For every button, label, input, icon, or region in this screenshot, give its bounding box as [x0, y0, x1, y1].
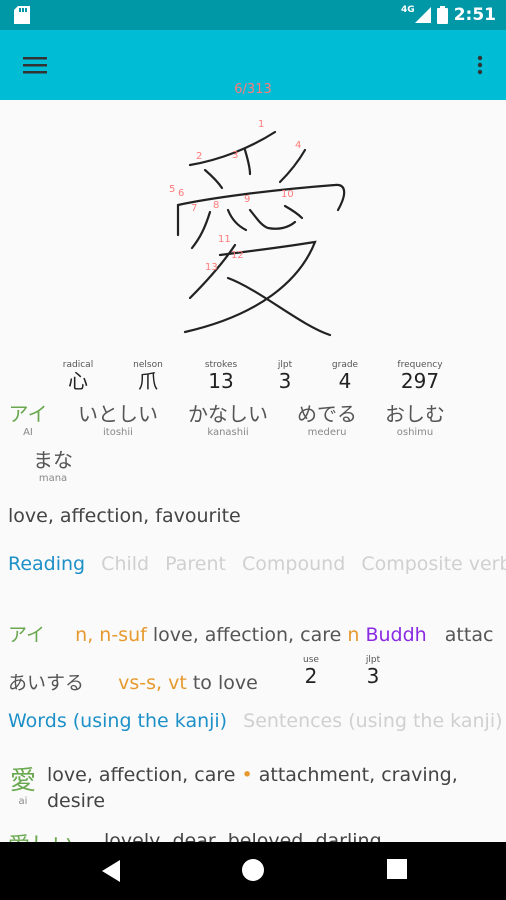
menu-icon[interactable]: [18, 50, 52, 80]
words-tabs: Words (using the kanji) Sentences (using…: [8, 710, 506, 732]
stroke-number: 11: [218, 234, 231, 245]
status-bar: 4G 2:51: [0, 0, 506, 30]
tab-child[interactable]: Child: [101, 553, 149, 575]
recents-icon[interactable]: [386, 858, 408, 880]
reading-item[interactable]: まな mana: [28, 448, 78, 486]
reading-item[interactable]: めでる mederu: [290, 402, 364, 440]
battery-icon: [436, 6, 448, 24]
stroke-number: 9: [244, 194, 250, 205]
stroke-number: 7: [191, 203, 197, 214]
tab-words[interactable]: Words (using the kanji): [8, 710, 227, 732]
reading-item[interactable]: おしむ oshimu: [378, 402, 452, 440]
stroke-number: 12: [231, 250, 244, 261]
kanji-stroke-diagram[interactable]: 1 2 3 4 5 6 7 8 9 10 11 12 13: [150, 110, 360, 345]
network-type: 4G: [401, 5, 415, 15]
kanji-attributes: radical 心 nelson 爪 strokes 13 jlpt 3 gra…: [0, 360, 506, 400]
kanji-counter: 6/313: [234, 82, 272, 97]
stroke-number: 1: [258, 119, 264, 130]
home-icon[interactable]: [241, 858, 265, 882]
back-icon[interactable]: [100, 858, 122, 884]
stroke-number: 13: [205, 262, 218, 273]
attr-strokes[interactable]: strokes 13: [198, 360, 244, 392]
kanji-meaning: love, affection, favourite: [8, 505, 241, 527]
reading-entry[interactable]: あいする vs-s, vt to love: [8, 668, 258, 695]
app-bar: 6/313: [0, 30, 506, 100]
tab-composite-verb[interactable]: Composite verb: [361, 553, 506, 575]
tab-reading[interactable]: Reading: [8, 553, 85, 575]
rank-jlpt: jlpt 3: [365, 655, 381, 688]
clock: 2:51: [453, 5, 496, 25]
detail-tabs: Reading Child Parent Compound Composite …: [8, 553, 506, 575]
rank-use: use 2: [303, 655, 319, 688]
stroke-number: 6: [178, 188, 184, 199]
attr-frequency[interactable]: frequency 297: [390, 360, 450, 392]
stroke-number: 3: [232, 150, 238, 161]
navigation-bar: [0, 842, 506, 900]
attr-jlpt[interactable]: jlpt 3: [270, 360, 300, 392]
stroke-number: 8: [213, 200, 219, 211]
word-item[interactable]: 愛 ai love, affection, care • attachment,…: [8, 760, 498, 820]
attr-grade[interactable]: grade 4: [325, 360, 365, 392]
stroke-number: 4: [295, 140, 301, 151]
reading-entry[interactable]: アイ n, n-suf love, affection, care n Budd…: [8, 620, 493, 647]
attr-nelson[interactable]: nelson 爪: [128, 360, 168, 392]
reading-item[interactable]: いとしい itoshii: [70, 402, 166, 440]
reading-item[interactable]: かなしい kanashii: [180, 402, 276, 440]
signal-icon: [414, 7, 431, 23]
stroke-number: 2: [196, 151, 202, 162]
more-options-icon[interactable]: [470, 50, 490, 80]
attr-radical[interactable]: radical 心: [60, 360, 96, 392]
stroke-number: 10: [281, 189, 294, 200]
word-item[interactable]: 愛しい lovely, dear, beloved, darling: [8, 828, 498, 842]
sd-card-icon: [14, 6, 30, 24]
stroke-number: 5: [169, 184, 175, 195]
tab-parent[interactable]: Parent: [165, 553, 226, 575]
tab-sentences[interactable]: Sentences (using the kanji): [243, 710, 502, 732]
reading-item[interactable]: アイ AI: [8, 402, 48, 440]
tab-compound[interactable]: Compound: [242, 553, 345, 575]
